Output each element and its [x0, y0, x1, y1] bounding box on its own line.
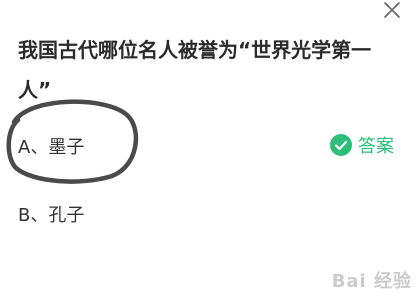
- close-icon[interactable]: [382, 0, 402, 20]
- answer-label: 答案: [358, 136, 394, 157]
- option-a[interactable]: A、墨子: [18, 133, 84, 159]
- option-b[interactable]: B、孔子: [18, 201, 84, 227]
- check-circle-icon: [330, 134, 352, 156]
- answer-indicator: 答案: [330, 133, 394, 157]
- question-text: 我国古代哪位名人被誉为“世界光学第一人”: [18, 38, 372, 102]
- watermark: Bai 经验: [331, 271, 412, 292]
